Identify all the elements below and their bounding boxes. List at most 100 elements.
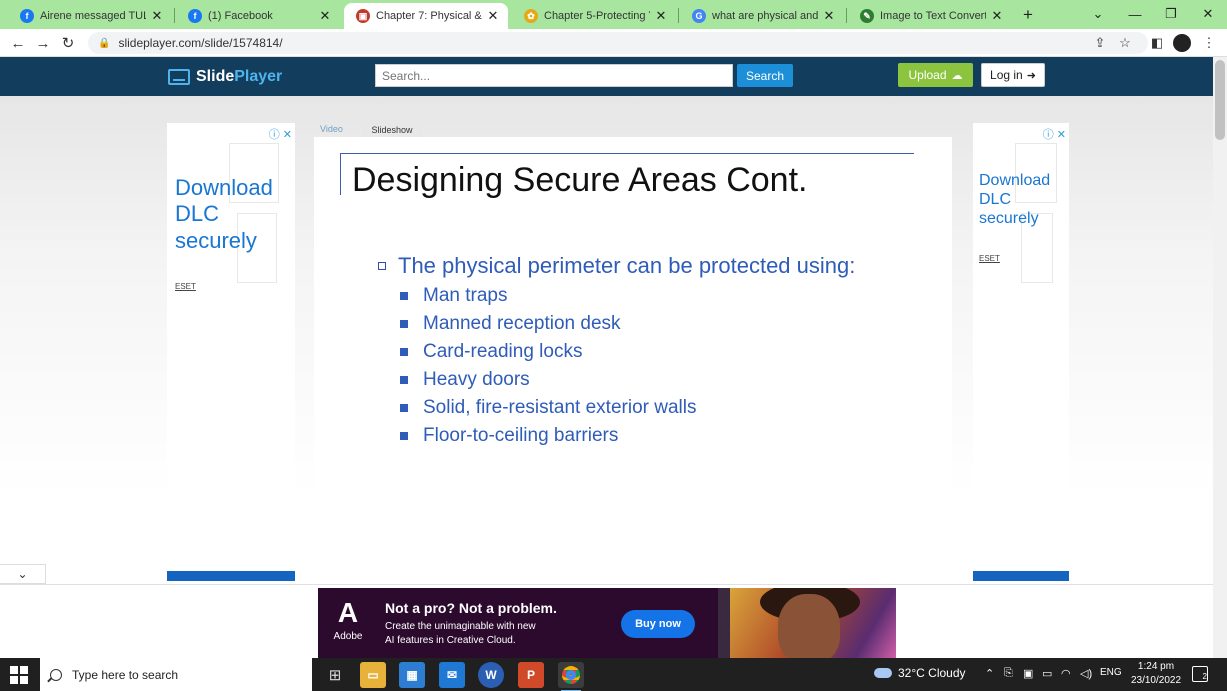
meet-now-icon[interactable]: ⎘ bbox=[1004, 667, 1013, 680]
menu-kebab-icon[interactable]: ⋮ bbox=[1199, 33, 1219, 53]
weather-widget[interactable]: 32°C Cloudy bbox=[874, 666, 966, 680]
site-search-button[interactable]: Search bbox=[737, 64, 793, 87]
site-header: SlidePlayer Search Upload ☁ Log in ➜ bbox=[0, 57, 1213, 96]
left-side-ad[interactable]: ⓘ ✕ Download DLC securely ESET bbox=[167, 123, 295, 581]
search-icon bbox=[50, 668, 62, 681]
reload-icon[interactable]: ↻ bbox=[58, 33, 78, 53]
slide-title-rule bbox=[340, 153, 914, 154]
windows-start-icon[interactable] bbox=[10, 666, 28, 684]
ad-portrait-image[interactable] bbox=[730, 588, 896, 658]
side-panel-icon[interactable]: ◧ bbox=[1147, 33, 1167, 53]
square-bullet-icon bbox=[400, 320, 408, 328]
weather-text: 32°C Cloudy bbox=[898, 666, 966, 680]
right-side-ad[interactable]: ⓘ ✕ Download DLC securely ESET bbox=[973, 123, 1069, 581]
tab-close-icon[interactable]: ✕ bbox=[318, 8, 332, 24]
volume-icon[interactable]: ◁) bbox=[1080, 667, 1092, 680]
square-bullet-icon bbox=[400, 432, 408, 440]
login-button[interactable]: Log in ➜ bbox=[981, 63, 1045, 87]
powerpoint-icon[interactable]: P bbox=[518, 662, 544, 688]
language-indicator[interactable]: ENG bbox=[1100, 667, 1122, 678]
browser-tab[interactable]: Gwhat are physical and envir ✕ bbox=[680, 3, 844, 29]
sub-bullet: Manned reception desk bbox=[400, 313, 621, 335]
ad-headline: Not a pro? Not a problem. bbox=[385, 600, 557, 616]
profile-avatar[interactable] bbox=[1172, 33, 1192, 53]
minimize-icon[interactable]: — bbox=[1120, 4, 1150, 24]
slideplayer-logo-icon bbox=[168, 69, 190, 85]
ad-line: Download bbox=[175, 175, 273, 200]
adobe-banner-ad[interactable]: A Adobe Not a pro? Not a problem. Create… bbox=[318, 588, 718, 658]
tab-title: Image to Text Converter - C bbox=[880, 10, 986, 22]
site-search-input[interactable] bbox=[375, 64, 733, 87]
portrait-face bbox=[778, 594, 840, 658]
back-icon[interactable]: ← bbox=[8, 33, 28, 53]
tab-title: (1) Facebook bbox=[208, 10, 273, 22]
ad-tool-strip bbox=[718, 588, 730, 658]
browser-tab[interactable]: ✿ Chapter 5-Protecting Your ✕ bbox=[512, 3, 676, 29]
adobe-wordmark: Adobe bbox=[333, 631, 363, 642]
chrome-icon[interactable] bbox=[558, 662, 584, 691]
slide-title: Designing Secure Areas Cont. bbox=[352, 161, 808, 199]
sub-bullet-text: Card-reading locks bbox=[423, 341, 583, 362]
bookmark-star-icon[interactable]: ☆ bbox=[1115, 33, 1135, 53]
share-icon[interactable]: ⇪ bbox=[1090, 33, 1110, 53]
display-icon[interactable]: ▣ bbox=[1023, 667, 1033, 680]
tab-close-icon[interactable]: ✕ bbox=[150, 8, 164, 24]
ad-body: AI features in Creative Cloud. bbox=[385, 635, 516, 646]
browser-tab[interactable]: ▣ Chapter 7: Physical & Envir ✕ bbox=[344, 3, 508, 29]
sub-bullet-text: Manned reception desk bbox=[423, 313, 621, 334]
eset-logo: ESET bbox=[979, 254, 1000, 263]
ad-close-icon[interactable]: ⓘ ✕ bbox=[269, 126, 292, 142]
sub-bullet: Man traps bbox=[400, 285, 507, 307]
tab-video[interactable]: Video bbox=[320, 124, 343, 134]
tab-search-icon[interactable]: ⌄ bbox=[1083, 4, 1113, 24]
address-bar[interactable]: 🔒 slideplayer.com/slide/1574814/ bbox=[88, 32, 1148, 54]
wifi-icon[interactable]: ◠ bbox=[1061, 667, 1071, 680]
notification-center-icon[interactable]: 2 bbox=[1192, 666, 1208, 682]
square-bullet-icon bbox=[400, 404, 408, 412]
slideplayer-logo[interactable]: Slide Player bbox=[168, 66, 282, 88]
browser-tab[interactable]: f (1) Facebook ✕ bbox=[176, 3, 340, 29]
mail-icon[interactable]: ✉ bbox=[439, 662, 465, 688]
login-button-label: Log in bbox=[990, 68, 1023, 82]
upload-button[interactable]: Upload ☁ bbox=[898, 63, 973, 87]
scrollbar-thumb[interactable] bbox=[1215, 60, 1225, 140]
tab-separator bbox=[174, 8, 175, 23]
tab-close-icon[interactable]: ✕ bbox=[654, 8, 668, 24]
slide-title-rule-left bbox=[340, 153, 341, 195]
browser-tab[interactable]: f Airene messaged TULONG ✕ bbox=[8, 3, 172, 29]
sub-bullet-text: Floor-to-ceiling barriers bbox=[423, 425, 619, 446]
ad-close-icon[interactable]: ⓘ ✕ bbox=[1043, 126, 1066, 142]
buy-now-button[interactable]: Buy now bbox=[621, 610, 695, 638]
page-scrollbar[interactable] bbox=[1213, 57, 1227, 658]
restore-icon[interactable]: ❐ bbox=[1156, 4, 1186, 24]
close-window-icon[interactable]: ✕ bbox=[1193, 4, 1223, 24]
microsoft-store-icon[interactable]: ▦ bbox=[399, 662, 425, 688]
tray-chevron-up-icon[interactable]: ⌃ bbox=[985, 667, 994, 680]
slideplayer-icon: ▣ bbox=[356, 9, 370, 23]
ad-footer-bar bbox=[167, 571, 295, 581]
square-bullet-icon bbox=[400, 376, 408, 384]
task-view-icon[interactable]: ⊞ bbox=[322, 662, 348, 688]
slide-canvas: Designing Secure Areas Cont. The physica… bbox=[314, 137, 952, 581]
word-icon[interactable]: W bbox=[478, 662, 504, 688]
taskbar-search-placeholder: Type here to search bbox=[72, 667, 179, 682]
tab-close-icon[interactable]: ✕ bbox=[486, 8, 500, 24]
system-clock[interactable]: 1:24 pm 23/10/2022 bbox=[1128, 660, 1184, 688]
tab-close-icon[interactable]: ✕ bbox=[990, 8, 1004, 24]
browser-tab[interactable]: ✎ Image to Text Converter - C ✕ bbox=[848, 3, 1012, 29]
tab-close-icon[interactable]: ✕ bbox=[822, 8, 836, 24]
adobe-logo: A Adobe bbox=[328, 598, 368, 650]
forward-icon[interactable]: → bbox=[33, 33, 53, 53]
file-explorer-icon[interactable]: ▭ bbox=[360, 662, 386, 688]
tab-title: Chapter 5-Protecting Your bbox=[544, 10, 650, 22]
new-tab-button[interactable]: + bbox=[1016, 5, 1040, 25]
clock-time: 1:24 pm bbox=[1137, 661, 1175, 672]
battery-icon[interactable]: ▭ bbox=[1042, 667, 1052, 680]
taskbar-search-box[interactable]: Type here to search bbox=[40, 658, 312, 691]
logo-text-slide: Slide bbox=[196, 68, 235, 85]
sub-bullet-text: Solid, fire-resistant exterior walls bbox=[423, 397, 697, 418]
tab-slideshow[interactable]: Slideshow bbox=[362, 123, 422, 137]
collapse-chevron-icon[interactable]: ⌄ bbox=[0, 564, 46, 584]
windows-taskbar: Type here to search ⊞ ▭ ▦ ✉ W P 32°C Clo… bbox=[0, 658, 1227, 691]
notification-count: 2 bbox=[1202, 672, 1207, 681]
